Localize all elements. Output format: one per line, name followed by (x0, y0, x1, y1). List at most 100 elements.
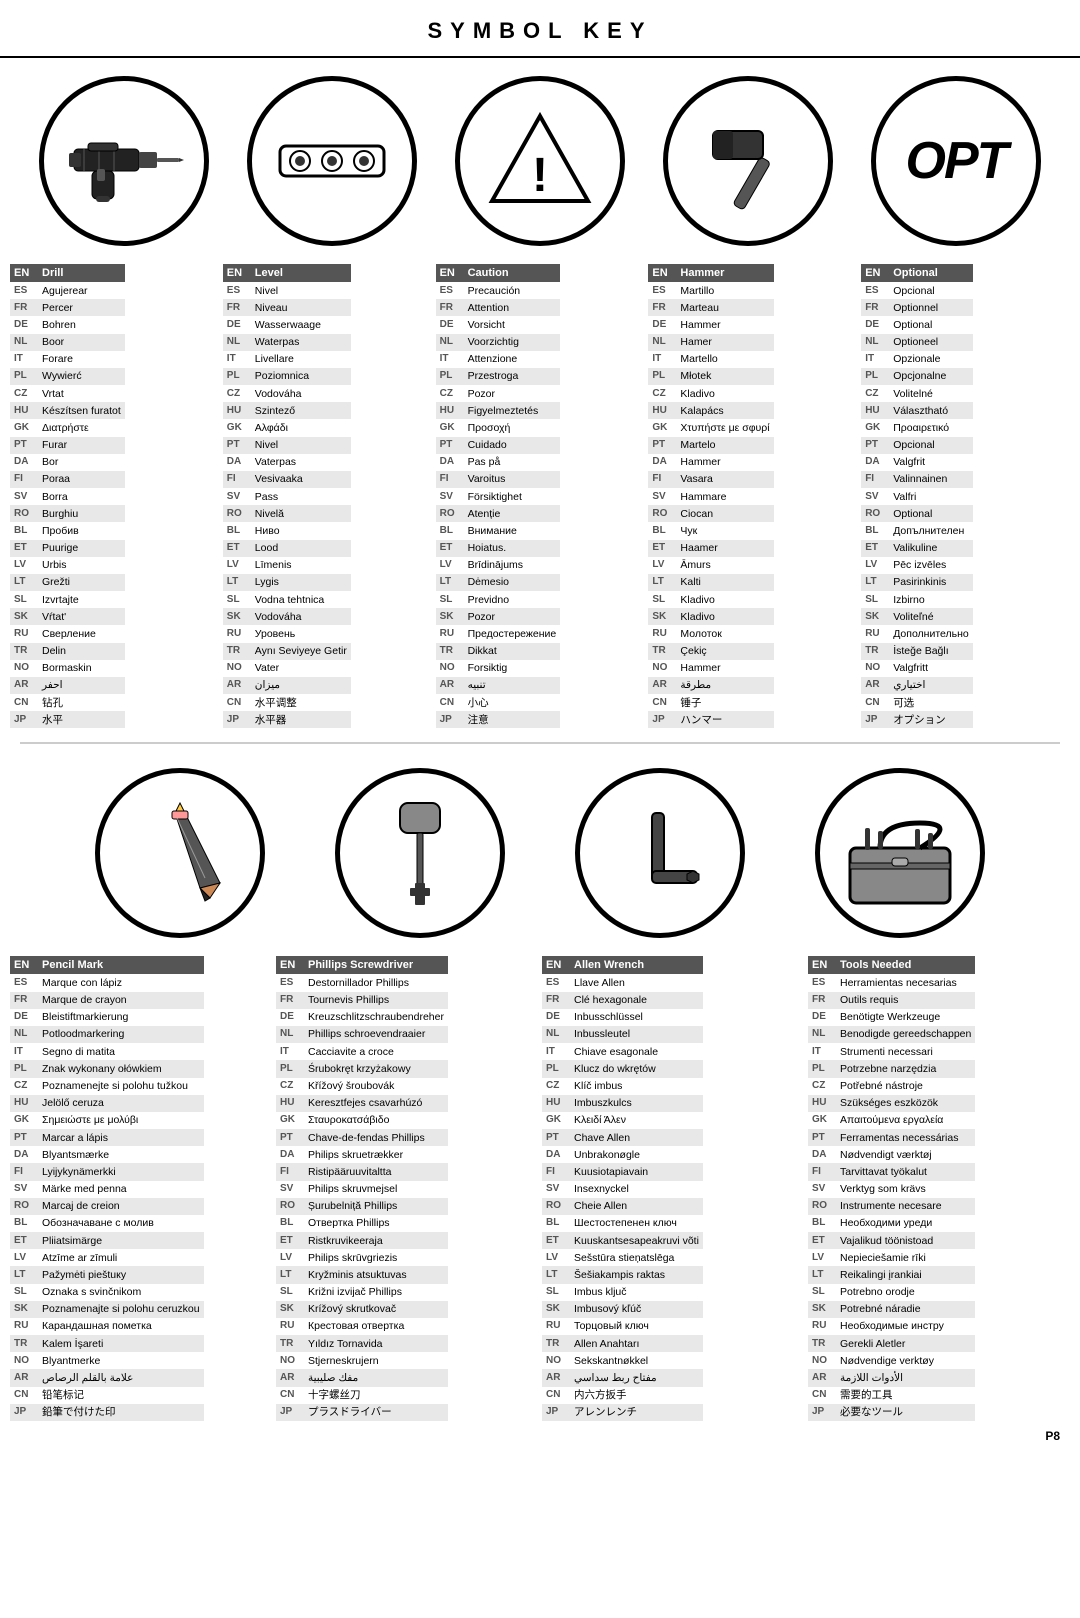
lang-code: CZ (276, 1078, 304, 1095)
translation: Pas på (464, 454, 561, 471)
table-row: SLIzbirno (861, 591, 973, 608)
table-row: ETPliiatsimärge (10, 1232, 204, 1249)
translation: Śrubokręt krzyżakowy (304, 1060, 448, 1077)
table-row: LTGrežti (10, 574, 125, 591)
translation: Haamer (676, 540, 773, 557)
table-row: RONivelă (223, 505, 351, 522)
table-header-name: Allen Wrench (570, 956, 703, 974)
lang-code: PT (276, 1129, 304, 1146)
lang-code: HU (542, 1095, 570, 1112)
table-row: TRGerekli Aletler (808, 1335, 975, 1352)
lang-code: RU (436, 625, 464, 642)
lang-code: BL (10, 1215, 38, 1232)
translation: Pasirinkinis (889, 574, 973, 591)
translation: Чук (676, 522, 773, 539)
lang-code: LT (808, 1266, 836, 1283)
translation: Wywierć (38, 368, 125, 385)
lang-code: RO (542, 1198, 570, 1215)
lang-code: IT (808, 1043, 836, 1060)
lang-code: RO (808, 1198, 836, 1215)
lang-code: NL (10, 334, 38, 351)
lang-code: CN (542, 1387, 570, 1404)
table-header-lang: EN (542, 956, 570, 974)
translation: Vodna tehtnica (251, 591, 351, 608)
lang-code: SV (276, 1181, 304, 1198)
translation: Atzīme ar zīmuli (38, 1249, 204, 1266)
table-row: LVĀmurs (648, 557, 773, 574)
translation: Bohren (38, 316, 125, 333)
translation: Križni izvijač Phillips (304, 1284, 448, 1301)
lang-code: BL (436, 522, 464, 539)
lang-code: NL (223, 334, 251, 351)
pencil-icon (95, 768, 265, 938)
translation: Σημειώστε με μολύβι (38, 1112, 204, 1129)
translation: Outils requis (836, 992, 975, 1009)
table-row: FITarvittavat työkalut (808, 1163, 975, 1180)
table-row: PLZnak wykonany ołówkiem (10, 1060, 204, 1077)
translation: Hamer (676, 334, 773, 351)
lang-code: PL (276, 1060, 304, 1077)
lang-code: FR (10, 992, 38, 1009)
translation: Vesivaaka (251, 471, 351, 488)
translation: Kreuzschlitzschraubendreher (304, 1009, 448, 1026)
translation: 需要的工具 (836, 1387, 975, 1404)
translation: Potrebné náradie (836, 1301, 975, 1318)
translation: Poraa (38, 471, 125, 488)
translation: Kalapács (676, 402, 773, 419)
lang-code: DE (861, 316, 889, 333)
translation: Poziomnica (251, 368, 351, 385)
translation: اختياري (889, 677, 973, 694)
translation: Vodováha (251, 385, 351, 402)
table-row: PLPrzestroga (436, 368, 561, 385)
table-row: TRYıldız Tornavida (276, 1335, 448, 1352)
lang-code: FI (648, 471, 676, 488)
table-row: FIVesivaaka (223, 471, 351, 488)
table-row: ARمطرقة (648, 677, 773, 694)
translation: Nivel (251, 437, 351, 454)
table-row: LTŠešiakampis raktas (542, 1266, 703, 1283)
translation: Sešstūra stieņatslēga (570, 1249, 703, 1266)
translation: Martillo (676, 282, 773, 299)
translation: Poznamenajte si polohu ceruzkou (38, 1301, 204, 1318)
translation: Oznaka s svinčnikom (38, 1284, 204, 1301)
lang-code: LV (10, 557, 38, 574)
table-row: HUImbuszkulcs (542, 1095, 703, 1112)
translation: Marcar a lápis (38, 1129, 204, 1146)
lang-code: DE (808, 1009, 836, 1026)
translation: Voorzichtig (464, 334, 561, 351)
table-row: JPアレンレンチ (542, 1404, 703, 1421)
lang-code: SV (10, 488, 38, 505)
lang-code: CN (436, 694, 464, 711)
lang-code: PL (648, 368, 676, 385)
table-row: SKVŕtat' (10, 608, 125, 625)
translation: Șurubelniță Phillips (304, 1198, 448, 1215)
translation: Urbis (38, 557, 125, 574)
table-row: DEBohren (10, 316, 125, 333)
table-row: PLMłotek (648, 368, 773, 385)
translation: Hammer (676, 316, 773, 333)
translation: Hoiatus. (464, 540, 561, 557)
translation: Martello (676, 351, 773, 368)
table-row: RUКарандашная пометка (10, 1318, 204, 1335)
table-row: DEKreuzschlitzschraubendreher (276, 1009, 448, 1026)
lang-code: ET (648, 540, 676, 557)
lang-code: AR (861, 677, 889, 694)
lang-code: SV (808, 1181, 836, 1198)
table-row: FRTournevis Phillips (276, 992, 448, 1009)
translation: オプション (889, 711, 973, 728)
translation: Reikalingi įrankiai (836, 1266, 975, 1283)
lang-code: PT (223, 437, 251, 454)
translation: 内六方扳手 (570, 1387, 703, 1404)
lang-code: PL (10, 1060, 38, 1077)
lang-code: RU (648, 625, 676, 642)
translation: Kladivo (676, 591, 773, 608)
table-row: CZKlíč imbus (542, 1078, 703, 1095)
table-row: CZPoznamenejte si polohu tužkou (10, 1078, 204, 1095)
lang-code: PT (808, 1129, 836, 1146)
translation: Торцовый ключ (570, 1318, 703, 1335)
table-row: SLPotrebno orodje (808, 1284, 975, 1301)
translation: Delin (38, 643, 125, 660)
table-header-name: Hammer (676, 264, 773, 282)
drill-icon (39, 76, 209, 246)
translation: Κλειδί Άλεν (570, 1112, 703, 1129)
